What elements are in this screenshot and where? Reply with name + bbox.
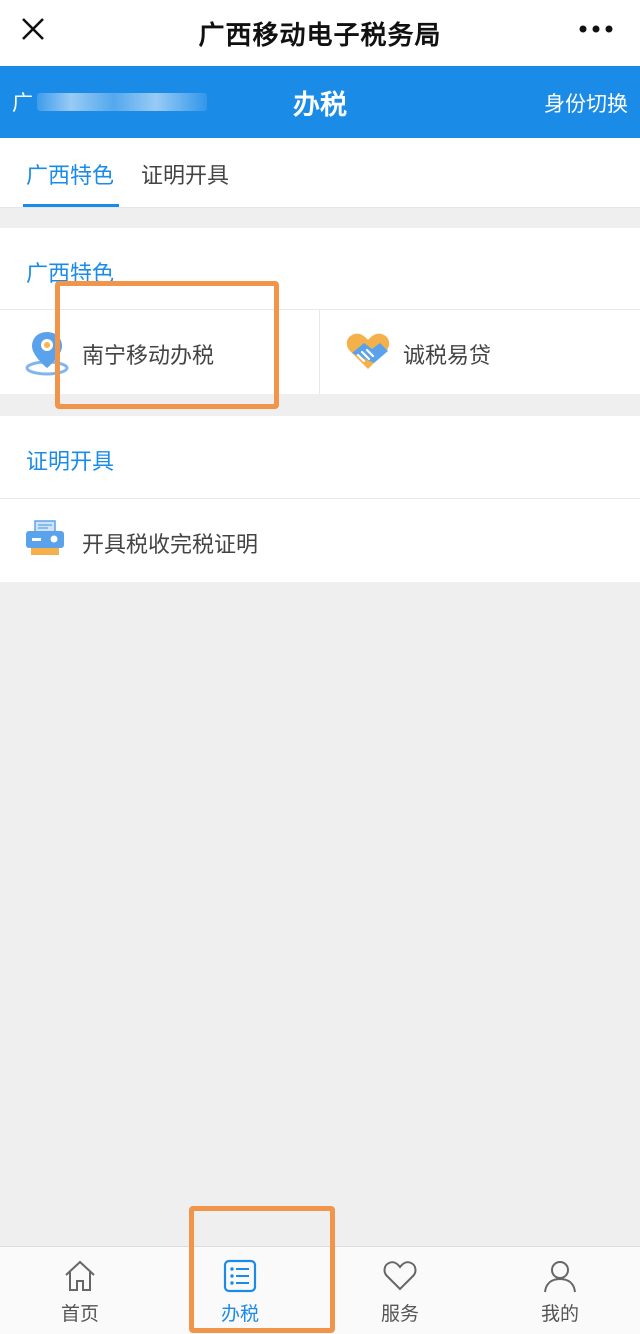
header-title: 办税 xyxy=(293,89,347,121)
nav-mine[interactable]: 我的 xyxy=(480,1247,640,1334)
more-dots-icon[interactable] xyxy=(576,16,616,42)
credit-tax-loan-item[interactable]: 诚税易贷 xyxy=(320,310,640,394)
home-icon xyxy=(65,1260,95,1291)
printer-icon xyxy=(26,520,64,555)
app-header: 广 办税 身份切换 xyxy=(0,66,640,138)
highlight-box-tax-nav xyxy=(189,1206,335,1333)
section-certificate: 证明开具 开具税收完税证明 xyxy=(0,416,640,582)
handshake-icon xyxy=(346,333,390,369)
close-icon[interactable] xyxy=(18,14,48,44)
item-label: 诚税易贷 xyxy=(403,344,492,369)
nav-home-label: 首页 xyxy=(60,1303,99,1325)
nav-service[interactable]: 服务 xyxy=(320,1247,480,1334)
item-label: 开具税收完税证明 xyxy=(82,533,259,558)
wechat-title-bar: 广西移动电子税务局 xyxy=(0,0,640,66)
user-name-blurred: 广 xyxy=(12,88,207,116)
blur-mask xyxy=(37,93,207,111)
tab-bar: 广西特色 证明开具 xyxy=(0,138,640,208)
section-title-certificate: 证明开具 xyxy=(26,450,115,475)
heart-icon xyxy=(383,1261,417,1291)
highlight-box-nanning xyxy=(55,281,279,409)
tab-guangxi-features[interactable]: 广西特色 xyxy=(26,158,114,190)
tax-payment-certificate-item[interactable]: 开具税收完税证明 xyxy=(0,499,640,582)
nav-mine-label: 我的 xyxy=(540,1303,579,1325)
tab-certificate[interactable]: 证明开具 xyxy=(141,158,229,190)
user-name-text: 广 xyxy=(12,91,33,115)
nav-service-label: 服务 xyxy=(380,1303,419,1325)
user-icon xyxy=(544,1261,576,1293)
switch-identity-button[interactable]: 身份切换 xyxy=(544,88,628,118)
active-tab-indicator xyxy=(23,204,119,207)
page-title: 广西移动电子税务局 xyxy=(198,20,442,51)
nav-home[interactable]: 首页 xyxy=(0,1247,160,1334)
